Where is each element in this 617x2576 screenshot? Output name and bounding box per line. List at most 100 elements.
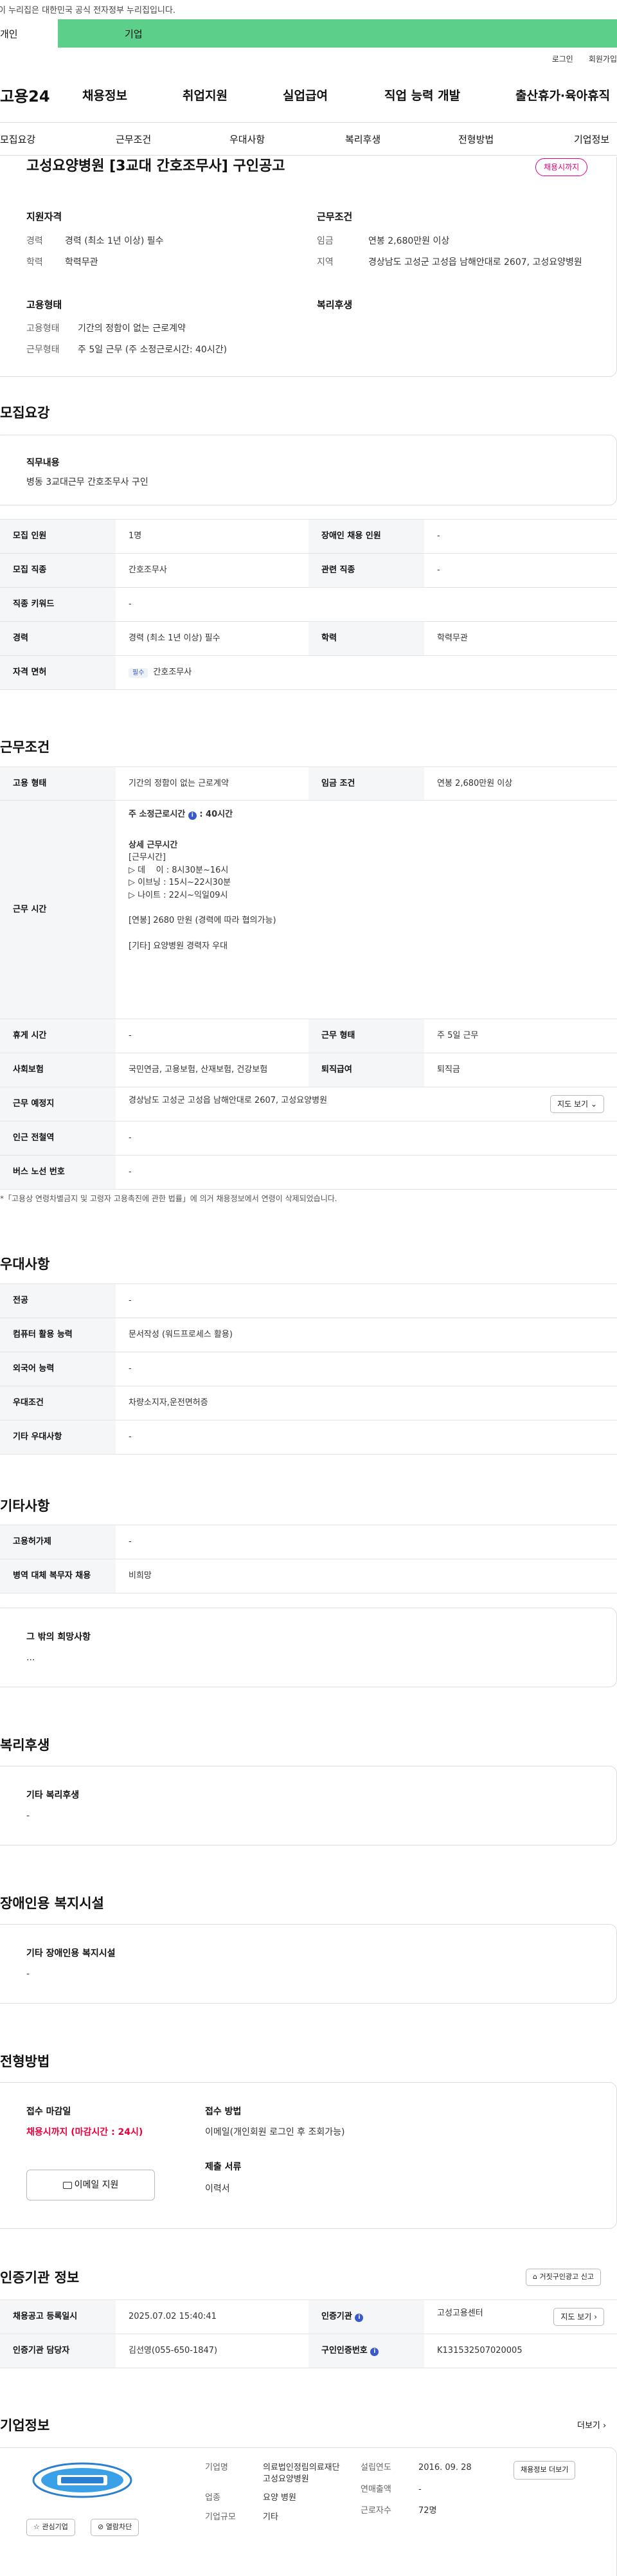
- method-value: 이메일(개인회원 로그인 후 조회가능): [205, 2127, 345, 2137]
- cell-value: 간호조무사: [116, 553, 308, 588]
- cell-value: 2025.07.02 15:40:41: [116, 2299, 308, 2334]
- table-row: 모집 직종 간호조무사 관련 직종 -: [0, 553, 617, 588]
- cell-header: 구인인증번호 i: [308, 2334, 424, 2368]
- cell-value: -: [116, 1420, 617, 1455]
- anchor-apply[interactable]: 전형방법: [458, 133, 494, 146]
- tab-company-label: 기업: [125, 28, 143, 40]
- cert-org-value: 고성고용센터: [437, 2308, 483, 2318]
- anchor-company[interactable]: 기업정보: [574, 133, 609, 146]
- cell-header: 장애인 채용 인원: [308, 519, 424, 554]
- company-more-link[interactable]: 더보기 ›: [577, 2420, 606, 2432]
- cell-header: 직종 키워드: [0, 587, 116, 622]
- table-row: 외국어 능력 -: [0, 1352, 617, 1386]
- welfare-label: 기타 복리후생: [26, 1790, 80, 1800]
- license-value: 간호조무사: [153, 667, 192, 678]
- cond-region: 지역 경상남도 고성군 고성읍 남해안대로 2607, 고성요양병원: [317, 257, 587, 269]
- qual-education: 학력 학력무관: [26, 257, 164, 269]
- email-apply-label: 이메일 지원: [74, 2180, 119, 2190]
- map-button[interactable]: 지도 보기 ⌄: [550, 1094, 604, 1114]
- field-key: 근로자수: [361, 2506, 391, 2516]
- cell-header: 휴게 시간: [0, 1019, 116, 1053]
- company-fields-2: 설립연도 2016. 09. 28 연매출액 - 근로자수 72명: [361, 2462, 472, 2517]
- table-row: 자격 면허 필수 간호조무사: [0, 655, 617, 690]
- table-row: 채용공고 등록일시 2025.07.02 15:40:41 인증기관 i 고성고용…: [0, 2299, 617, 2334]
- cell-value: -: [424, 519, 617, 554]
- cond-title: 근무조건: [317, 211, 353, 222]
- status-badge: 채용시까지: [535, 158, 588, 177]
- cell-header: 관련 직종: [308, 553, 424, 588]
- etc-other-label: 그 밖의 희망사항: [26, 1632, 91, 1642]
- cell-header: 기타 우대사항: [0, 1420, 116, 1455]
- age-note: *「고용상 연령차별금지 및 고령자 고용촉진에 관한 법률」에 의거 채용정보…: [0, 1194, 337, 1203]
- pref-section-title: 우대사항: [0, 1256, 50, 1272]
- anchor-work[interactable]: 근무조건: [116, 133, 151, 146]
- email-apply-button[interactable]: 이메일 지원: [26, 2170, 155, 2200]
- emp-shape-key: 근무형태: [26, 344, 60, 355]
- cell-header: 근무 예정지: [0, 1087, 116, 1121]
- hours-main-value: : 40시간: [199, 810, 233, 819]
- required-tag: 필수: [129, 668, 148, 678]
- hours-detail-line: [기타] 요양병원 경력자 우대: [129, 941, 228, 951]
- emp-type: 고용형태 기간의 정함이 없는 근로계약: [26, 323, 227, 335]
- gnb-item-unemployment-benefit[interactable]: 실업급여: [283, 88, 328, 105]
- table-row: 근무 시간 주 소정근로시간 i : 40시간 상세 근무시간 [근무시간] ▷…: [0, 800, 617, 1019]
- etc-table: 고용허가제 - 병역 대체 복무자 채용 비희망: [0, 1525, 617, 1593]
- company-field: 연매출액 -: [361, 2484, 472, 2496]
- gnb-item-parental-leave[interactable]: 출산휴가·육아휴직: [515, 88, 610, 105]
- qual-career: 경력 경력 (최소 1년 이상) 필수: [26, 235, 164, 248]
- info-icon[interactable]: i: [188, 812, 197, 820]
- cert-map-button[interactable]: 지도 보기 ›: [553, 2307, 604, 2327]
- cell-header: 임금 조건: [308, 766, 424, 801]
- cert-org-label: 인증기관: [321, 2312, 352, 2322]
- report-fake-ad-button[interactable]: ⌂ 거짓구인광고 신고: [526, 2269, 601, 2286]
- cell-value: 퇴직금: [424, 1053, 617, 1087]
- recruit-table: 모집 인원 1명 장애인 채용 인원 - 모집 직종 간호조무사 관련 직종 - 직종 …: [0, 519, 617, 690]
- disabled-value: -: [26, 1969, 30, 1979]
- tab-company[interactable]: 기업: [58, 19, 617, 48]
- map-button-label: 지도 보기: [557, 1099, 589, 1109]
- chevron-right-icon: ›: [603, 2421, 607, 2431]
- etc-other-card: 그 밖의 희망사항 ...: [0, 1608, 617, 1687]
- anchor-recruit[interactable]: 모집요강: [0, 133, 35, 146]
- hours-cell: 주 소정근로시간 i : 40시간 상세 근무시간 [근무시간] ▷ 데 이 :…: [116, 800, 617, 1019]
- cert-table: 채용공고 등록일시 2025.07.02 15:40:41 인증기관 i 고성고용…: [0, 2299, 617, 2368]
- field-key: 연매출액: [361, 2484, 391, 2494]
- cell-value: 김선영(055-650-1847): [116, 2334, 308, 2368]
- company-field: 근로자수 72명: [361, 2505, 472, 2517]
- info-icon[interactable]: i: [355, 2314, 364, 2323]
- block-icon: ⊘: [98, 2523, 104, 2531]
- table-row: 고용허가제 -: [0, 1525, 617, 1559]
- gnb-item-jobs[interactable]: 채용정보: [82, 88, 127, 105]
- anchor-welfare[interactable]: 복리후생: [345, 133, 380, 146]
- company-field: 설립연도 2016. 09. 28: [361, 2462, 472, 2474]
- company-jobs-button[interactable]: 채용정보 더보기: [514, 2461, 576, 2480]
- cell-value: -: [116, 1019, 308, 1053]
- hours-detail-line: [연봉] 2680 만원 (경력에 따라 협의가능): [129, 916, 276, 925]
- emp-shape: 근무형태 주 5일 근무 (주 소정근로시간: 40시간): [26, 344, 227, 356]
- login-link[interactable]: 로그인: [552, 54, 573, 64]
- site-logo[interactable]: 고용24: [0, 86, 50, 107]
- company-jobs-label: 채용정보 더보기: [521, 2465, 569, 2474]
- field-value: 72명: [418, 2506, 437, 2516]
- cell-value: -: [116, 1525, 617, 1559]
- info-icon[interactable]: i: [370, 2348, 379, 2357]
- interest-company-button[interactable]: ☆ 관심기업: [26, 2519, 75, 2536]
- cell-value: K131532507020005: [424, 2334, 617, 2368]
- member-type-tabs: 개인 기업: [0, 19, 617, 48]
- anchor-pref[interactable]: 우대사항: [229, 133, 265, 146]
- gnb-item-employment-support[interactable]: 취업지원: [183, 88, 228, 105]
- cell-value: 주 5일 근무: [424, 1019, 617, 1053]
- hours-detail-line: ▷ 이브닝 : 15시~22시30분: [129, 878, 231, 887]
- qual-list: 경력 경력 (최소 1년 이상) 필수 학력 학력무관: [26, 226, 164, 269]
- gnb-item-vocational-training[interactable]: 직업 능력 개발: [384, 88, 460, 105]
- cell-value: -: [116, 1155, 617, 1190]
- join-link[interactable]: 회원가입: [589, 54, 617, 64]
- job-title: 고성요양병원 [3교대 간호조무사] 구인공고: [26, 158, 285, 174]
- cell-header: 고용 형태: [0, 766, 116, 801]
- work-table: 고용 형태 기간의 정함이 없는 근로계약 임금 조건 연봉 2,680만원 이상 …: [0, 766, 617, 1190]
- cell-header: 외국어 능력: [0, 1352, 116, 1386]
- block-view-button[interactable]: ⊘ 열람차단: [91, 2519, 139, 2536]
- tab-individual[interactable]: 개인: [0, 19, 58, 48]
- cell-value: 학력무관: [424, 621, 617, 656]
- table-row: 모집 인원 1명 장애인 채용 인원 -: [0, 519, 617, 554]
